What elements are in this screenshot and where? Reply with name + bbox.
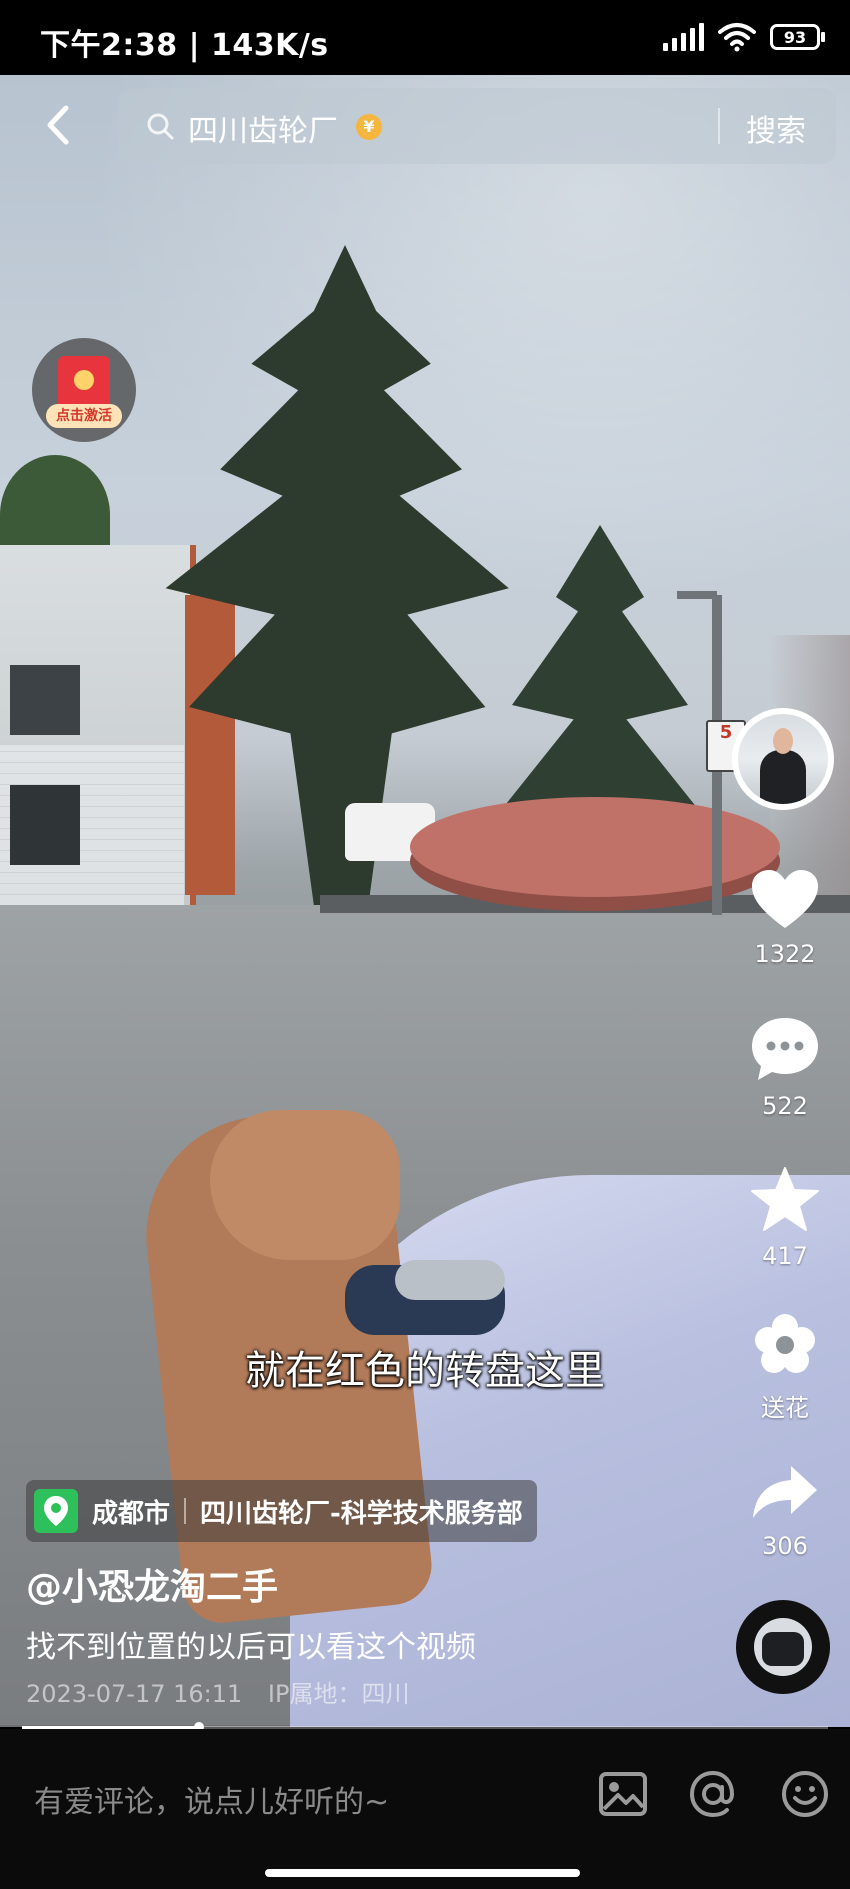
video-subtitle: 就在红色的转盘这里 xyxy=(245,1348,605,1394)
battery-icon: 93 xyxy=(770,24,825,50)
comment-button[interactable]: 522 xyxy=(725,1016,845,1120)
video-handlebar-grip xyxy=(395,1260,505,1300)
search-icon xyxy=(147,113,174,140)
post-meta: 2023-07-17 16:11 IP属地：四川 xyxy=(26,1674,427,1709)
search-divider xyxy=(718,108,720,144)
video-building xyxy=(0,545,196,905)
comment-count: 522 xyxy=(762,1092,808,1120)
red-packet-label: 点击激活 xyxy=(46,404,122,428)
image-icon[interactable] xyxy=(596,1767,650,1821)
music-disc[interactable] xyxy=(736,1600,830,1694)
video-brick-wall xyxy=(185,595,235,895)
share-count: 306 xyxy=(762,1532,808,1560)
search-bar[interactable]: 四川齿轮厂 ¥ 搜索 xyxy=(118,88,836,164)
author-avatar[interactable] xyxy=(732,708,834,810)
comment-input[interactable]: 有爱评论，说点儿好听的~ xyxy=(34,1777,389,1821)
mention-at-icon[interactable] xyxy=(686,1767,740,1821)
like-count: 1322 xyxy=(754,940,816,968)
red-packet-activate-button[interactable]: 点击激活 xyxy=(32,338,136,442)
heart-icon xyxy=(752,870,818,928)
post-description: 找不到位置的以后可以看这个视频 xyxy=(26,1630,476,1665)
back-arrow-icon[interactable] xyxy=(38,100,78,150)
home-indicator[interactable] xyxy=(265,1869,580,1877)
status-time-speed: 下午2:38 | 143K/s xyxy=(40,28,329,63)
author-name[interactable]: @小恐龙淘二手 xyxy=(26,1558,278,1610)
location-pin-icon xyxy=(34,1489,78,1533)
location-place: 四川齿轮厂-科学技术服务部 xyxy=(200,1498,523,1529)
favorite-button[interactable]: 417 xyxy=(725,1166,845,1270)
search-query[interactable]: 四川齿轮厂 xyxy=(188,106,338,150)
favorite-count: 417 xyxy=(762,1242,808,1270)
like-button[interactable]: 1322 xyxy=(725,868,845,968)
search-button[interactable]: 搜索 xyxy=(746,106,806,150)
coin-icon: ¥ xyxy=(356,114,382,140)
share-button[interactable]: 306 xyxy=(725,1462,845,1560)
status-bar: 下午2:38 | 143K/s 93 xyxy=(0,0,850,75)
status-icons: 93 xyxy=(663,22,825,52)
comment-bar: 有爱评论，说点儿好听的~ xyxy=(0,1729,850,1889)
signal-icon xyxy=(663,23,704,51)
post-datetime: 2023-07-17 16:11 xyxy=(26,1680,243,1708)
share-arrow-icon xyxy=(753,1466,817,1518)
comment-icon xyxy=(752,1018,818,1080)
location-separator xyxy=(184,1498,187,1524)
location-tag[interactable]: 成都市 四川齿轮厂-科学技术服务部 xyxy=(26,1480,537,1542)
emoji-icon[interactable] xyxy=(778,1767,832,1821)
video-rider-fist xyxy=(210,1110,400,1260)
post-ip-location: IP属地：四川 xyxy=(267,1680,410,1708)
location-city: 成都市 xyxy=(92,1498,171,1529)
battery-level: 93 xyxy=(783,27,807,47)
wifi-icon xyxy=(718,23,756,52)
star-icon xyxy=(751,1167,819,1231)
